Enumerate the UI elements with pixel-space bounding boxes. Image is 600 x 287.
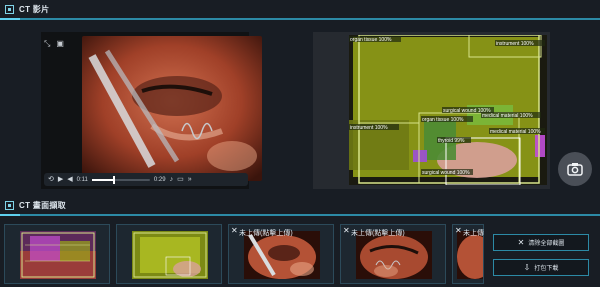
thumbnail[interactable]: ✕ 未上傳 (452, 224, 484, 284)
seg-label: organ tissue 100% (350, 37, 392, 43)
thumbnail-caption[interactable]: 未上傳 (463, 228, 484, 238)
close-icon[interactable]: ✕ (231, 226, 238, 235)
volume-icon[interactable]: ◀ (67, 176, 72, 183)
screen-icon[interactable]: ▭ (177, 176, 184, 183)
capture-section-divider (0, 214, 600, 216)
thumbnail-image[interactable] (457, 231, 483, 279)
segmentation-frame: organ tissue 100% instrument 100% surgic… (349, 35, 547, 185)
play-icon[interactable]: ▶ (58, 176, 63, 183)
current-time: 0:11 (76, 176, 88, 183)
download-icon: ⇩ (523, 263, 531, 272)
seg-label: instrument 100% (496, 41, 534, 47)
thumbnail-caption[interactable]: 未上傳(點擊上傳) (351, 228, 405, 238)
segmentation-view: organ tissue 100% instrument 100% surgic… (313, 32, 550, 189)
progress-fill (91, 178, 114, 181)
thumbnail[interactable]: ✕ 未上傳(點擊上傳) (228, 224, 334, 284)
thumbnail[interactable]: ✕ 未上傳(點擊上傳) (340, 224, 446, 284)
seg-label: medical material 100% (490, 129, 541, 135)
thumbnail[interactable] (116, 224, 222, 284)
section-icon (5, 4, 14, 14)
download-button[interactable]: ⇩ 打包下載 (493, 259, 589, 276)
thumbnail-image[interactable] (356, 231, 432, 279)
video-frame[interactable] (82, 36, 262, 181)
download-label: 打包下載 (534, 266, 559, 272)
camera-icon (567, 163, 583, 176)
thumbnail-strip: ✕ 未上傳(點擊上傳) ✕ 未上傳(點擊上傳) ✕ 未上傳 (4, 224, 484, 284)
replay-icon[interactable]: ⟲ (48, 176, 54, 183)
seg-label: thyroid 99% (438, 138, 465, 144)
pip-icon[interactable]: ▣ (56, 39, 64, 49)
clear-all-button[interactable]: ✕ 清除全部截圖 (493, 234, 589, 251)
app-root: CT 影片 ⤡ ▣ ⟲ ▶ ◀ 0:11 0:29 ♪ ▭ » organ ti… (0, 0, 600, 287)
video-section-divider (0, 18, 600, 20)
seg-label: instrument 100% (350, 125, 388, 131)
capture-section-title: CT 畫面擷取 (19, 200, 66, 210)
duration: 0:29 (153, 176, 166, 183)
thumbnail-caption[interactable]: 未上傳(點擊上傳) (239, 228, 293, 238)
seg-label: surgical wound 100% (422, 170, 470, 176)
thumbnail-image[interactable] (20, 231, 96, 279)
close-icon[interactable]: ✕ (455, 226, 462, 235)
seg-label: organ tissue 100% (422, 117, 464, 123)
capture-button[interactable] (558, 152, 592, 186)
thumbnail-image[interactable] (244, 231, 320, 279)
video-section-title: CT 影片 (19, 4, 50, 14)
section-icon (5, 200, 14, 210)
speaker-icon[interactable]: ♪ (170, 176, 174, 183)
close-icon[interactable]: ✕ (343, 226, 350, 235)
progress-knob[interactable] (112, 175, 115, 184)
progress-slider[interactable] (91, 175, 150, 184)
video-player[interactable] (41, 32, 262, 189)
capture-section-header: CT 畫面擷取 (0, 196, 600, 214)
seg-label: medical material 100% (482, 113, 533, 119)
player-controls: ⟲ ▶ ◀ 0:11 0:29 ♪ ▭ » (44, 173, 248, 186)
clear-all-label: 清除全部截圖 (528, 241, 565, 247)
thumbnail[interactable] (4, 224, 110, 284)
video-section-header: CT 影片 (0, 0, 600, 18)
thumbnail-image[interactable] (132, 231, 208, 279)
fullscreen-icon[interactable]: » (188, 176, 192, 183)
expand-icon[interactable]: ⤡ (44, 39, 50, 49)
video-corner-tools: ⤡ ▣ (44, 39, 64, 49)
close-icon: ✕ (517, 238, 525, 247)
